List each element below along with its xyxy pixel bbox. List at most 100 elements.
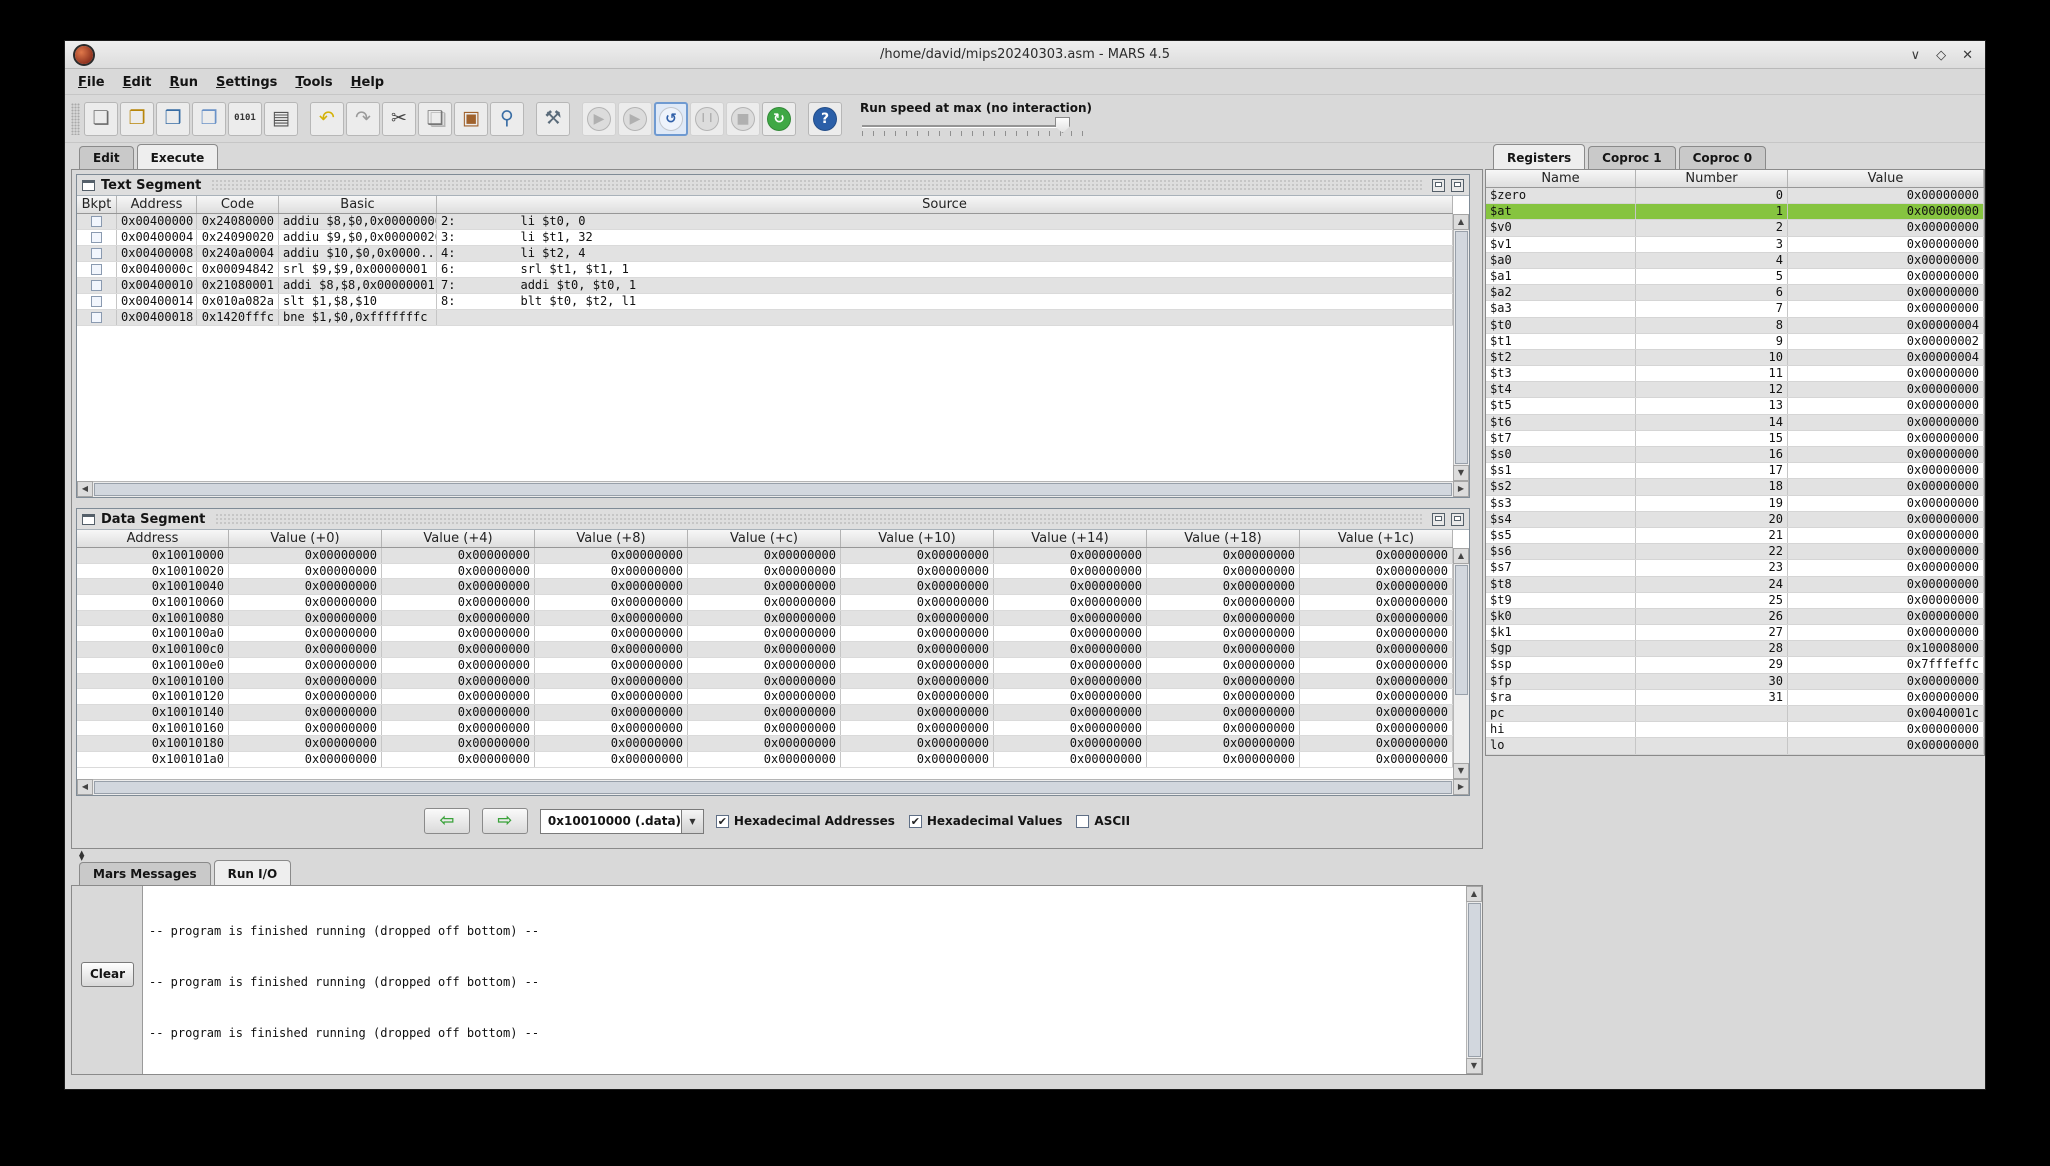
register-value[interactable]: 0x00000000 xyxy=(1788,447,1984,462)
scroll-up-icon[interactable]: ▲ xyxy=(1453,548,1469,564)
register-value[interactable]: 0x00000002 xyxy=(1788,334,1984,349)
register-value[interactable]: 0x00000000 xyxy=(1788,301,1984,316)
scroll-right-icon[interactable]: ▶ xyxy=(1453,481,1469,497)
register-value[interactable]: 0x7fffeffc xyxy=(1788,657,1984,672)
menu-settings[interactable]: Settings xyxy=(207,72,286,93)
scroll-right-icon[interactable]: ▶ xyxy=(1453,779,1469,795)
checkbox-ascii[interactable]: ASCII xyxy=(1076,814,1130,828)
scroll-up-icon[interactable]: ▲ xyxy=(1453,214,1469,230)
restore-frame-icon[interactable] xyxy=(1432,179,1445,192)
register-value[interactable]: 0x00000004 xyxy=(1788,350,1984,365)
text-segment-row[interactable]: 0x004000000x24080000addiu $8,$0,0x000000… xyxy=(77,214,1453,230)
register-value[interactable]: 0x00000000 xyxy=(1788,674,1984,689)
run-pause-button[interactable]: ❙❙ xyxy=(690,102,724,136)
text-segment-hscrollbar[interactable]: ◀ ▶ xyxy=(77,481,1469,497)
slider-track[interactable] xyxy=(862,125,1064,127)
register-value[interactable]: 0x00000000 xyxy=(1788,479,1984,494)
text-segment-row[interactable]: 0x0040000c0x00094842srl $9,$9,0x00000001… xyxy=(77,262,1453,278)
scroll-up-icon[interactable]: ▲ xyxy=(1466,886,1482,902)
register-value[interactable]: 0x00000000 xyxy=(1788,528,1984,543)
text-segment-row[interactable]: 0x004000140x010a082aslt $1,$8,$108: blt … xyxy=(77,294,1453,310)
register-value[interactable]: 0x00000000 xyxy=(1788,398,1984,413)
register-row[interactable]: $t9250x00000000 xyxy=(1486,593,1984,609)
register-row[interactable]: $s3190x00000000 xyxy=(1486,496,1984,512)
register-row[interactable]: $s7230x00000000 xyxy=(1486,560,1984,576)
tab-run-i-o[interactable]: Run I/O xyxy=(214,860,292,886)
register-value[interactable]: 0x00000000 xyxy=(1788,253,1984,268)
breakpoint-checkbox[interactable] xyxy=(91,312,102,323)
register-value[interactable]: 0x00000000 xyxy=(1788,544,1984,559)
data-segment-row[interactable]: 0x100101600x000000000x000000000x00000000… xyxy=(77,721,1453,737)
register-row[interactable]: $at10x00000000 xyxy=(1486,204,1984,220)
tab-coproc-0[interactable]: Coproc 0 xyxy=(1679,146,1766,170)
text-segment-vscrollbar[interactable]: ▲ ▼ xyxy=(1453,214,1469,481)
register-value[interactable]: 0x00000000 xyxy=(1788,220,1984,235)
register-value[interactable]: 0x00000000 xyxy=(1788,625,1984,640)
register-value[interactable]: 0x00000000 xyxy=(1788,188,1984,203)
register-value[interactable]: 0x00000000 xyxy=(1788,690,1984,705)
checkbox-hexadecimal-addresses[interactable]: ✔Hexadecimal Addresses xyxy=(716,814,895,828)
data-segment-row[interactable]: 0x100100400x000000000x000000000x00000000… xyxy=(77,579,1453,595)
register-value[interactable]: 0x10008000 xyxy=(1788,641,1984,656)
register-row[interactable]: $t080x00000004 xyxy=(1486,318,1984,334)
memory-segment-combobox[interactable]: 0x10010000 (.data) ▼ xyxy=(540,809,704,834)
register-row[interactable]: $s2180x00000000 xyxy=(1486,479,1984,495)
minimize-icon[interactable]: ∨ xyxy=(1911,48,1921,63)
register-row[interactable]: $s1170x00000000 xyxy=(1486,463,1984,479)
open-file-button[interactable]: ❐ xyxy=(120,102,154,136)
register-row[interactable]: $t3110x00000000 xyxy=(1486,366,1984,382)
register-row[interactable]: $s4200x00000000 xyxy=(1486,512,1984,528)
text-segment-row[interactable]: 0x004000040x24090020addiu $9,$0,0x000000… xyxy=(77,230,1453,246)
combobox-arrow-icon[interactable]: ▼ xyxy=(682,809,704,834)
register-row[interactable]: $a040x00000000 xyxy=(1486,253,1984,269)
data-segment-row[interactable]: 0x100100800x000000000x000000000x00000000… xyxy=(77,611,1453,627)
register-value[interactable]: 0x00000000 xyxy=(1788,496,1984,511)
register-row[interactable]: $s6220x00000000 xyxy=(1486,544,1984,560)
data-segment-vscrollbar[interactable]: ▲ ▼ xyxy=(1453,548,1469,779)
data-segment-row[interactable]: 0x100100600x000000000x000000000x00000000… xyxy=(77,595,1453,611)
register-row[interactable]: $t4120x00000000 xyxy=(1486,382,1984,398)
register-value[interactable]: 0x00000000 xyxy=(1788,382,1984,397)
register-row[interactable]: $v020x00000000 xyxy=(1486,220,1984,236)
register-row[interactable]: $t8240x00000000 xyxy=(1486,577,1984,593)
maximize-frame-icon[interactable] xyxy=(1451,179,1464,192)
register-row[interactable]: lo0x00000000 xyxy=(1486,738,1984,754)
run-step-button[interactable]: ▶ xyxy=(618,102,652,136)
dump-memory-button[interactable]: 0101 xyxy=(228,102,262,136)
data-segment-row[interactable]: 0x100101200x000000000x000000000x00000000… xyxy=(77,689,1453,705)
menu-run[interactable]: Run xyxy=(161,72,208,93)
scrollbar-thumb[interactable] xyxy=(94,483,1452,496)
find-replace-button[interactable]: ⚲ xyxy=(490,102,524,136)
register-value[interactable]: 0x00000000 xyxy=(1788,237,1984,252)
register-value[interactable]: 0x00000000 xyxy=(1788,560,1984,575)
register-value[interactable]: 0x00000000 xyxy=(1788,722,1984,737)
data-segment-row[interactable]: 0x100101a00x000000000x000000000x00000000… xyxy=(77,752,1453,768)
help-button[interactable]: ? xyxy=(808,102,842,136)
data-segment-row[interactable]: 0x100101800x000000000x000000000x00000000… xyxy=(77,736,1453,752)
register-row[interactable]: $t7150x00000000 xyxy=(1486,431,1984,447)
register-row[interactable]: $zero00x00000000 xyxy=(1486,188,1984,204)
data-segment-row[interactable]: 0x100101000x000000000x000000000x00000000… xyxy=(77,674,1453,690)
register-row[interactable]: $s5210x00000000 xyxy=(1486,528,1984,544)
tab-execute[interactable]: Execute xyxy=(137,144,219,170)
register-value[interactable]: 0x00000000 xyxy=(1788,609,1984,624)
run-reset-button[interactable]: ↻ xyxy=(762,102,796,136)
register-value[interactable]: 0x00000000 xyxy=(1788,415,1984,430)
register-row[interactable]: hi0x00000000 xyxy=(1486,722,1984,738)
register-value[interactable]: 0x00000000 xyxy=(1788,593,1984,608)
tab-mars-messages[interactable]: Mars Messages xyxy=(79,862,211,886)
run-io-output[interactable]: -- program is finished running (dropped … xyxy=(142,886,1482,1074)
data-segment-row[interactable]: 0x100100c00x000000000x000000000x00000000… xyxy=(77,642,1453,658)
register-row[interactable]: $s0160x00000000 xyxy=(1486,447,1984,463)
message-vscrollbar[interactable]: ▲ ▼ xyxy=(1466,886,1482,1074)
menu-help[interactable]: Help xyxy=(342,72,393,93)
save-as-file-button[interactable]: ❒ xyxy=(192,102,226,136)
scroll-down-icon[interactable]: ▼ xyxy=(1453,465,1469,481)
combobox-value[interactable]: 0x10010000 (.data) xyxy=(540,809,682,834)
run-stop-button[interactable]: ■ xyxy=(726,102,760,136)
cut-button[interactable]: ✂ xyxy=(382,102,416,136)
data-segment-row[interactable]: 0x100100a00x000000000x000000000x00000000… xyxy=(77,626,1453,642)
register-row[interactable]: $gp280x10008000 xyxy=(1486,641,1984,657)
breakpoint-checkbox[interactable] xyxy=(91,216,102,227)
checkbox-hexadecimal-values[interactable]: ✔Hexadecimal Values xyxy=(909,814,1063,828)
